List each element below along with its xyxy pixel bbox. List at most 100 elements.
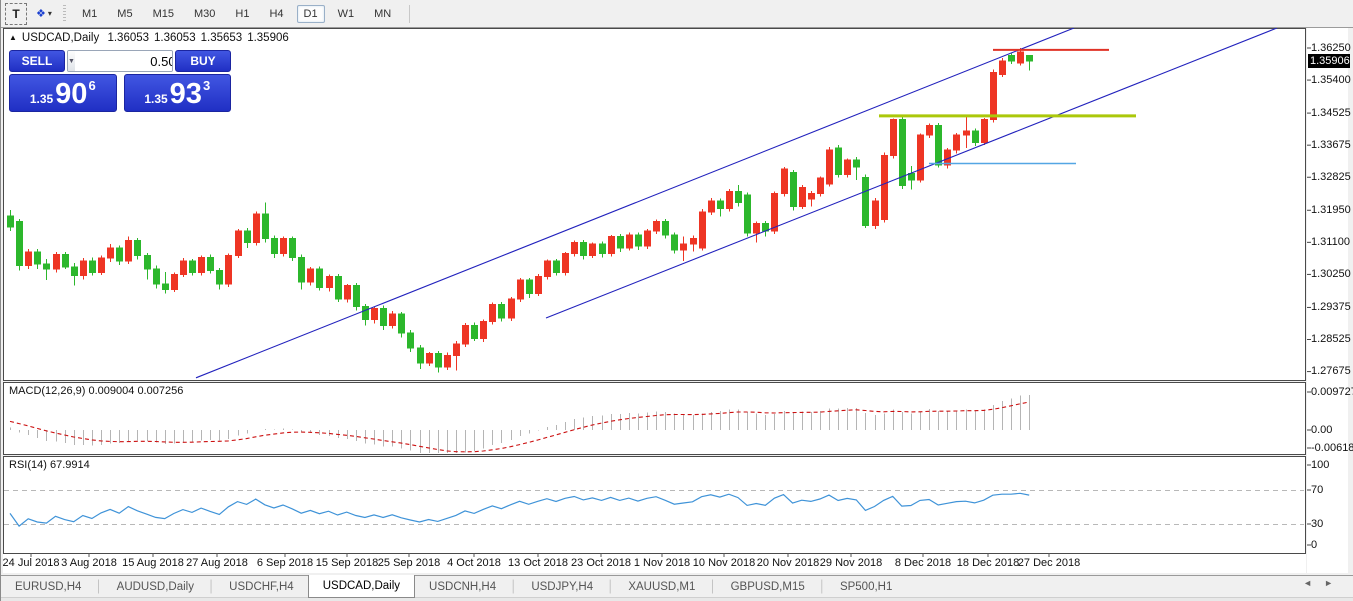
sell-price-box[interactable]: 1.35 90 6 [9, 74, 117, 112]
ohlc-high: 1.36053 [154, 32, 196, 44]
toolbar-grip[interactable] [63, 4, 66, 23]
macd-signal-value: 0.007256 [137, 385, 184, 397]
date-axis-label: 6 Sep 2018 [256, 557, 314, 569]
date-axis-label: 15 Aug 2018 [122, 557, 184, 569]
chart-tab-bar: EURUSD,H4 │ AUDUSD,Daily │ USDCHF,H4 USDCAD,D… [1, 575, 1353, 598]
price-axis-label: 1.31100 [1311, 235, 1350, 248]
tab-separator: │ [607, 581, 615, 593]
chart-tab-sp500-h1[interactable]: SP500,H1 [826, 576, 906, 598]
ohlc-open: 1.36053 [107, 32, 150, 44]
volume-decrease-button[interactable]: ▼ [68, 51, 75, 71]
tab-scroll-left-icon[interactable]: ◄ [1303, 578, 1324, 588]
chart-title: ▲ USDCAD,Daily 1.36053 1.36053 1.35653 1.359… [9, 32, 289, 44]
tab-separator: │ [818, 581, 826, 593]
chart-tab-usdcnh-h4[interactable]: USDCNH,H4 [415, 576, 510, 598]
date-axis-label: 1 Nov 2018 [633, 557, 691, 569]
date-axis-label: 13 Oct 2018 [508, 557, 568, 569]
price-axis-label: 1.34525 [1311, 106, 1351, 119]
chart-tab-usdjpy-h4[interactable]: USDJPY,H4 [517, 576, 607, 598]
buy-price-box[interactable]: 1.35 93 3 [123, 74, 231, 112]
timeframe-button-M30[interactable]: M30 [187, 5, 222, 23]
volume-stepper: ▼ ▲ [67, 50, 173, 72]
price-axis-label: 1.30250 [1311, 267, 1351, 280]
date-axis-label: 15 Sep 2018 [315, 557, 379, 569]
current-price-badge: 1.35906 [1308, 53, 1350, 68]
timeframe-button-H4[interactable]: H4 [262, 5, 290, 23]
indicator-axis-label: 0.00 [1311, 423, 1333, 436]
indicators-tool-icon[interactable]: ❖ ▾ [34, 4, 54, 24]
tab-scroll-arrows: ◄► [1303, 578, 1345, 588]
rsi-pane-canvas[interactable] [3, 456, 1306, 554]
chevron-down-icon: ▾ [47, 9, 52, 18]
timeframe-button-M15[interactable]: M15 [146, 5, 181, 23]
date-axis-label: 10 Nov 2018 [692, 557, 756, 569]
date-axis-label: 4 Oct 2018 [447, 557, 501, 569]
sell-price-prefix: 1.35 [29, 92, 54, 106]
timeframe-button-M1[interactable]: M1 [75, 5, 104, 23]
toolbar: T ❖ ▾ M1 M5 M15 M30 H1 H4 D1 W1 MN [1, 0, 1353, 28]
timeframe-button-H1[interactable]: H1 [228, 5, 256, 23]
ohlc-close: 1.35906 [247, 32, 289, 44]
collapse-panel-icon[interactable]: ▲ [9, 33, 17, 42]
text-label-tool-icon[interactable]: T [5, 2, 27, 25]
date-axis-label: 23 Oct 2018 [571, 557, 631, 569]
date-axis-label: 18 Dec 2018 [956, 557, 1020, 569]
indicator-axis-label: 70 [1311, 483, 1324, 496]
date-axis-label: 27 Aug 2018 [186, 557, 248, 569]
timeframe-button-MN[interactable]: MN [367, 5, 398, 23]
tab-separator: │ [510, 581, 518, 593]
status-strip [1, 597, 1353, 601]
sell-button[interactable]: SELL [9, 50, 65, 72]
ohlc-low: 1.35653 [200, 32, 243, 44]
chart-tab-usdcad-daily[interactable]: USDCAD,Daily [307, 575, 416, 598]
buy-price-pips: 93 [169, 78, 202, 111]
price-axis-label: 1.27675 [1311, 365, 1351, 378]
timeframe-group: M1 M5 M15 M30 H1 H4 D1 W1 MN [72, 4, 401, 23]
chart-tab-usdchf-h4[interactable]: USDCHF,H4 [215, 576, 308, 598]
price-axis-label: 1.35400 [1311, 73, 1351, 86]
date-axis-label: 27 Dec 2018 [1017, 557, 1081, 569]
rsi-label: RSI(14) 67.9914 [9, 459, 90, 471]
date-axis-label: 24 Jul 2018 [2, 557, 60, 569]
tab-scroll-right-icon[interactable]: ► [1324, 578, 1345, 588]
sell-price-point: 6 [88, 78, 96, 93]
indicator-axis-label: 0 [1311, 538, 1318, 551]
tab-separator: │ [207, 581, 216, 593]
timeframe-button-D1[interactable]: D1 [296, 4, 325, 23]
date-axis-label: 3 Aug 2018 [61, 557, 117, 569]
diamond-arrows-icon: ❖ [36, 8, 46, 20]
macd-label: MACD(12,26,9) 0.009004 0.007256 [9, 385, 184, 397]
indicator-axis-label: 30 [1311, 517, 1324, 530]
price-axis-label: 1.36250 [1311, 41, 1351, 54]
indicator-axis-label: -0.006182 [1311, 441, 1353, 454]
buy-button[interactable]: BUY [175, 50, 231, 72]
date-axis-label: 8 Dec 2018 [894, 557, 952, 569]
date-axis-label: 25 Sep 2018 [377, 557, 441, 569]
macd-pane-canvas[interactable] [3, 382, 1306, 455]
tab-separator: │ [709, 581, 717, 593]
terminal-window: T ❖ ▾ M1 M5 M15 M30 H1 H4 D1 W1 MN ▲ USDCAD,Daily… [0, 0, 1353, 601]
price-axis-label: 1.29375 [1311, 300, 1351, 313]
buy-price-prefix: 1.35 [144, 92, 168, 106]
tab-separator: │ [95, 581, 103, 593]
timeframe-button-W1[interactable]: W1 [331, 5, 362, 23]
volume-input[interactable] [74, 51, 172, 71]
rsi-value: 67.9914 [49, 459, 90, 471]
buy-price-point: 3 [202, 78, 211, 93]
indicator-axis-label: 0.009727 [1311, 385, 1353, 398]
symbol-title: USDCAD,Daily [21, 32, 100, 44]
price-axis-label: 1.31950 [1311, 203, 1351, 216]
price-axis-label: 1.32825 [1311, 170, 1351, 183]
chart-tab-eurusd-h4[interactable]: EURUSD,H4 [1, 576, 95, 598]
chart-tab-gbpusd-m15[interactable]: GBPUSD,M15 [717, 576, 819, 598]
price-axis-label: 1.33675 [1311, 138, 1351, 151]
timeframe-button-M5[interactable]: M5 [110, 5, 139, 23]
chart-tab-xauusd-m1[interactable]: XAUUSD,M1 [614, 576, 709, 598]
toolbar-separator [409, 4, 411, 23]
chart-tab-audusd-daily[interactable]: AUDUSD,Daily [103, 576, 208, 598]
one-click-trading-panel: SELL ▼ ▲ BUY 1.35 90 6 1.35 93 3 [9, 50, 231, 112]
indicator-axis-label: 100 [1311, 458, 1330, 471]
sell-price-pips: 90 [55, 78, 88, 111]
date-axis-label: 20 Nov 2018 [756, 557, 820, 569]
price-axis-label: 1.28525 [1311, 333, 1351, 345]
